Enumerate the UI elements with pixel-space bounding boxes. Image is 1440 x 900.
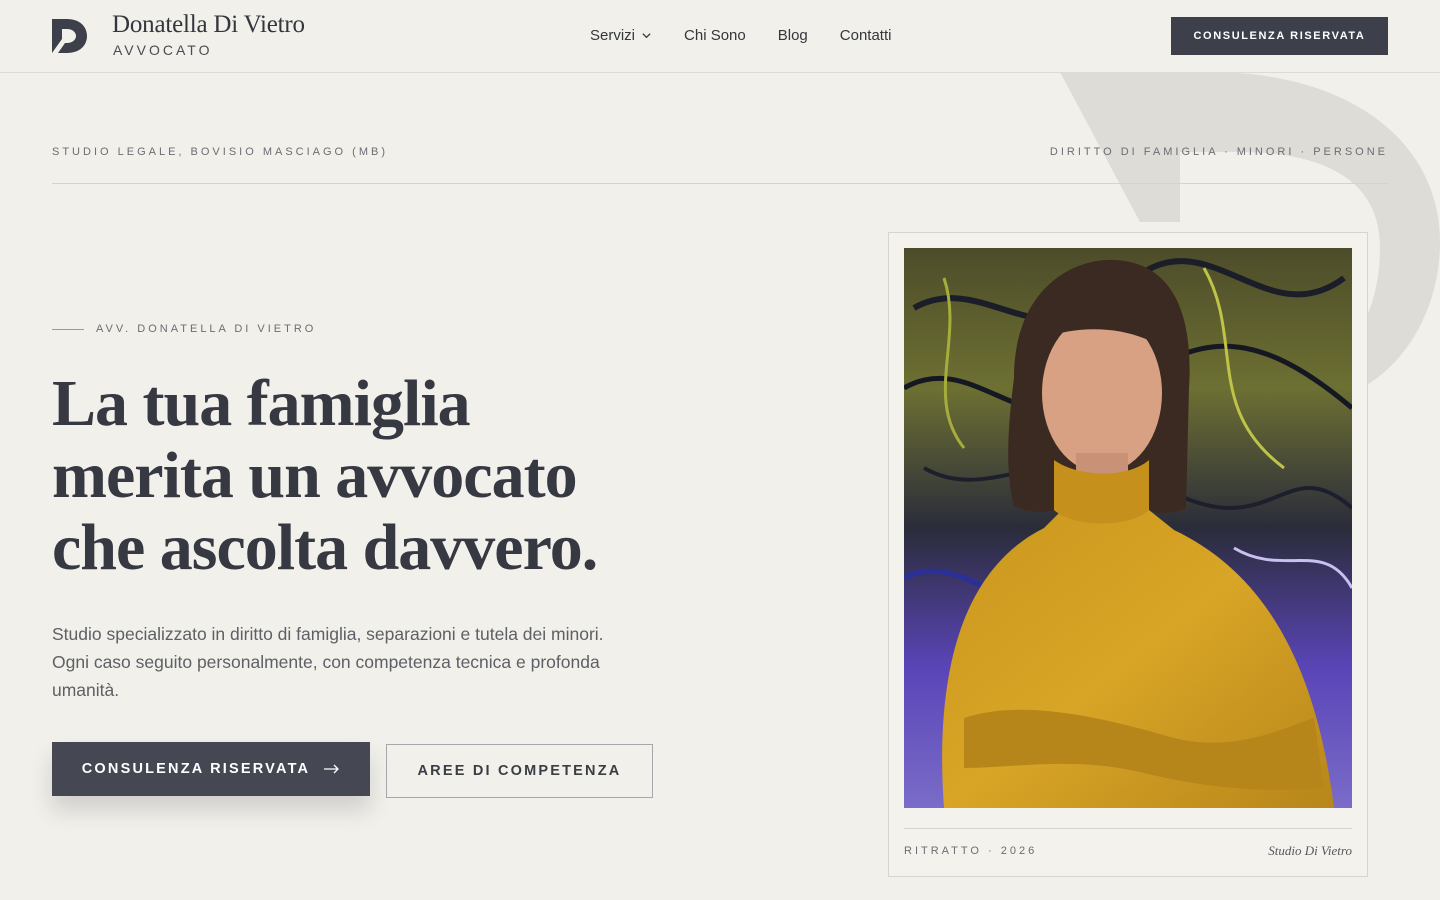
portrait-card: RITRATTO · 2026 Studio Di Vietro [888,232,1368,877]
header-consultation-button[interactable]: CONSULENZA RISERVATA [1171,17,1388,55]
divider [52,183,1388,184]
nav-item-label: Contatti [839,27,892,44]
card-divider [904,828,1352,829]
chevron-down-icon [642,33,651,39]
consultation-button-label: CONSULENZA RISERVATA [81,761,311,777]
nav-item-contatti[interactable]: Contatti [840,27,892,44]
hero-headline: La tua famiglia merita un avvocato che a… [52,368,692,584]
portrait-caption: RITRATTO · 2026 [904,845,1038,857]
eyebrow-text: AVV. DONATELLA DI VIETRO [96,323,317,335]
nav-item-blog[interactable]: Blog [778,27,808,44]
portrait-photo [904,248,1352,808]
nav-item-label: Servizi [590,27,636,44]
areas-of-expertise-button[interactable]: AREE DI COMPETENZA [386,744,653,798]
headline-line: La tua famiglia [52,367,471,440]
headline-line: merita un avvocato [52,439,578,512]
headline-line: che ascolta davvero. [52,511,598,584]
hero-lead: Studio specializzato in diritto di famig… [52,624,604,700]
nav-item-label: Blog [777,27,808,44]
nav-item-servizi[interactable]: Servizi [590,27,652,44]
nav-item-label: Chi Sono [684,27,746,44]
main-nav: Servizi Chi Sono Blog Contatti [590,27,891,44]
practice-areas-strip: DIRITTO DI FAMIGLIA · MINORI · PERSONE [1049,146,1388,158]
hero-eyebrow: AVV. DONATELLA DI VIETRO [52,323,316,335]
nav-item-chi-sono[interactable]: Chi Sono [684,27,746,44]
studio-location: STUDIO LEGALE, BOVISIO MASCIAGO (MB) [52,146,388,158]
portrait-signature: Studio Di Vietro [1268,843,1352,858]
arrow-right-icon [324,764,340,774]
brand-name[interactable]: Donatella Di Vietro [112,11,305,39]
logo-icon[interactable] [52,19,87,53]
site-header: Donatella Di Vietro AVVOCATO Servizi Chi… [0,0,1440,73]
eyebrow-line [52,328,84,330]
brand-subtitle: AVVOCATO [113,42,213,58]
consultation-button[interactable]: CONSULENZA RISERVATA [52,742,370,796]
